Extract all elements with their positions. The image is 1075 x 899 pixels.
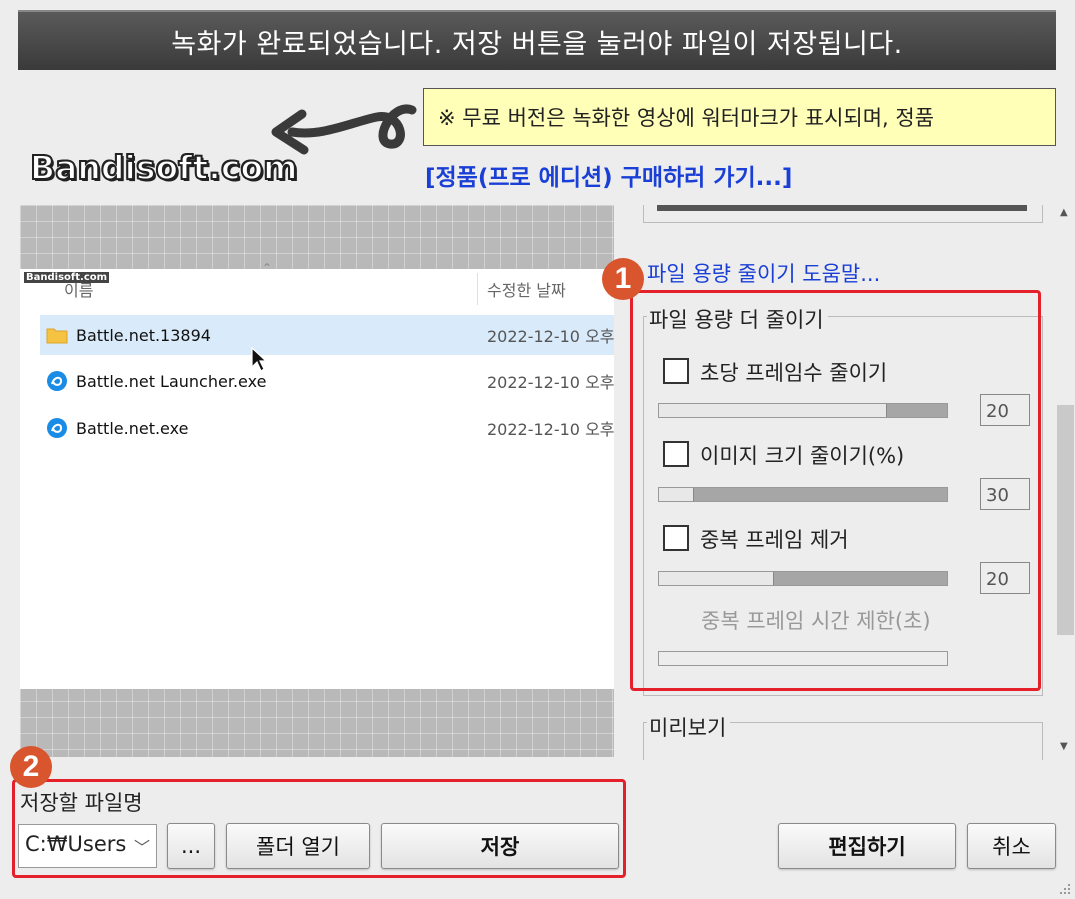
file-row[interactable]: Battle.net Launcher.exe 2022-12-10 오후 <box>40 361 614 401</box>
resize-grip-icon[interactable] <box>1056 880 1072 896</box>
cancel-button[interactable]: 취소 <box>967 823 1056 869</box>
highlight-box-1 <box>630 290 1041 691</box>
upper-slider-bar[interactable] <box>657 205 1027 211</box>
file-name: Battle.net.13894 <box>76 325 211 345</box>
battlenet-icon <box>47 418 67 438</box>
file-name: Battle.net Launcher.exe <box>76 371 267 391</box>
file-date: 2022-12-10 오후 <box>487 373 614 392</box>
bandisoft-logo: Bandisoft.com <box>29 147 298 188</box>
file-row[interactable]: Battle.net.exe 2022-12-10 오후 <box>40 408 614 448</box>
file-date: 2022-12-10 오후 <box>487 420 614 439</box>
free-version-notice: ※ 무료 버전은 녹화한 영상에 워터마크가 표시되며, 정품 <box>423 88 1056 146</box>
explorer-window: Bandisoft.com ⌃ 이름 수정한 날짜 Battle.net.138… <box>20 261 614 689</box>
sort-arrow-icon: ⌃ <box>262 261 273 275</box>
highlight-box-2 <box>12 779 626 878</box>
file-date: 2022-12-10 오후 <box>487 327 614 346</box>
scroll-down-icon[interactable]: ▼ <box>1060 741 1068 752</box>
column-divider[interactable] <box>477 273 478 305</box>
battlenet-icon <box>47 371 67 391</box>
scrollbar-thumb[interactable] <box>1057 405 1074 635</box>
file-name: Battle.net.exe <box>76 418 189 438</box>
panel-scrollbar[interactable]: ▲ ▼ <box>1056 205 1075 757</box>
file-row[interactable]: Battle.net.13894 2022-12-10 오후 <box>40 315 614 355</box>
size-reduce-help-link[interactable]: 파일 용량 줄이기 도움말... <box>647 258 880 288</box>
completion-banner: 녹화가 완료되었습니다. 저장 버튼을 눌러야 파일이 저장됩니다. <box>18 10 1056 70</box>
scroll-up-icon[interactable]: ▲ <box>1060 207 1068 218</box>
recording-preview: Bandisoft.com ⌃ 이름 수정한 날짜 Battle.net.138… <box>20 205 614 757</box>
buy-pro-link[interactable]: [정품(프로 에디션) 구매하러 가기...] <box>425 158 792 192</box>
step-badge-2: 2 <box>10 746 52 788</box>
banner-text: 녹화가 완료되었습니다. 저장 버튼을 눌러야 파일이 저장됩니다. <box>171 28 903 60</box>
mouse-cursor-icon <box>251 347 268 372</box>
preview-title: 미리보기 <box>647 712 731 742</box>
edit-button[interactable]: 편집하기 <box>778 823 956 869</box>
step-badge-1: 1 <box>602 258 644 300</box>
column-name[interactable]: 이름 <box>64 277 93 301</box>
folder-icon <box>46 328 68 344</box>
column-date[interactable]: 수정한 날짜 <box>487 277 566 301</box>
